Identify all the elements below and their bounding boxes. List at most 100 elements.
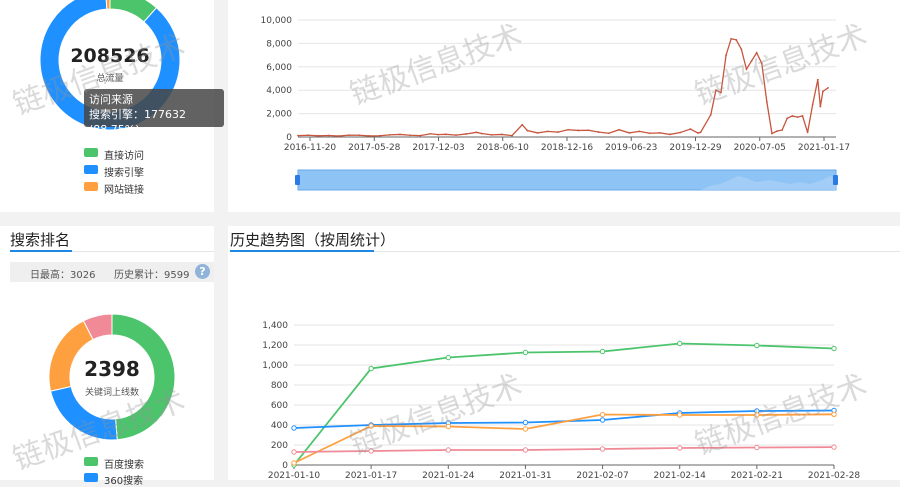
data-point bbox=[776, 130, 778, 133]
y-tick-label: 8,000 bbox=[266, 39, 292, 49]
data-point bbox=[358, 134, 361, 137]
data-point bbox=[567, 128, 569, 131]
data-point bbox=[754, 444, 760, 451]
data-point bbox=[522, 349, 529, 356]
y-tick-label: 4,000 bbox=[266, 86, 292, 96]
data-point bbox=[445, 354, 451, 361]
zoom-handle-left[interactable] bbox=[295, 175, 300, 185]
data-point bbox=[725, 54, 727, 56]
data-point bbox=[822, 90, 824, 93]
data-point bbox=[521, 123, 524, 126]
series-line bbox=[293, 413, 835, 464]
x-tick-label: 2021-01-31 bbox=[499, 471, 551, 480]
x-tick-label: 2021-01-17 bbox=[345, 471, 397, 480]
data-zoom-slider[interactable] bbox=[295, 169, 838, 191]
data-point bbox=[599, 348, 606, 355]
data-point bbox=[740, 48, 743, 51]
data-point bbox=[522, 447, 529, 453]
legend-label: 搜索引擎 bbox=[104, 168, 144, 179]
tooltip-title: 访问来源 bbox=[89, 93, 133, 106]
data-point bbox=[786, 117, 789, 120]
data-point bbox=[781, 129, 784, 131]
x-tick-label: 2020-07-05 bbox=[734, 143, 786, 153]
series-line bbox=[297, 37, 829, 137]
data-point bbox=[500, 133, 503, 136]
data-point bbox=[720, 91, 722, 94]
traffic-trend-chart: 0 2,000 4,000 6,000 8,000 10,000 2016-11-20 201… bbox=[261, 16, 851, 153]
data-point bbox=[754, 412, 760, 418]
data-point bbox=[536, 132, 539, 134]
y-tick-label: 1,200 bbox=[262, 341, 288, 351]
x-tick-label: 2018-06-10 bbox=[477, 143, 530, 153]
data-point bbox=[557, 131, 559, 133]
x-tick-label: 2021-02-07 bbox=[576, 471, 628, 480]
pie-tooltip: 访问来源 搜索引擎：177632 (88.75%) bbox=[84, 89, 224, 136]
legend-label: 百度搜索 bbox=[104, 460, 144, 471]
data-point bbox=[771, 132, 773, 135]
y-tick-label: 0 bbox=[282, 461, 288, 471]
data-point bbox=[490, 133, 493, 136]
x-tick-label: 2021-02-21 bbox=[731, 471, 783, 480]
data-point bbox=[599, 417, 606, 423]
data-point bbox=[831, 411, 837, 417]
data-point bbox=[429, 132, 432, 135]
x-tick-label: 2017-12-03 bbox=[412, 143, 464, 153]
legend-swatch bbox=[84, 148, 98, 157]
data-point bbox=[378, 134, 381, 137]
data-point bbox=[806, 131, 809, 134]
data-point bbox=[368, 365, 374, 372]
data-point bbox=[522, 426, 529, 432]
data-point bbox=[511, 134, 513, 137]
x-tick-label: 2021-01-17 bbox=[798, 143, 850, 153]
data-point bbox=[827, 86, 829, 89]
y-tick-label: 1,000 bbox=[262, 361, 288, 371]
legend-label: 网站链接 bbox=[104, 185, 144, 196]
data-point bbox=[628, 132, 631, 134]
data-point bbox=[819, 105, 822, 108]
data-point bbox=[368, 135, 371, 137]
data-point bbox=[831, 444, 837, 450]
y-tick-label: 600 bbox=[271, 401, 288, 411]
data-point bbox=[709, 113, 712, 116]
data-point bbox=[750, 60, 753, 62]
data-point bbox=[677, 340, 683, 347]
data-point bbox=[597, 131, 600, 133]
data-point bbox=[796, 116, 799, 119]
data-point bbox=[480, 132, 483, 135]
zoom-handle-right[interactable] bbox=[833, 175, 838, 185]
data-point bbox=[669, 133, 671, 136]
x-tick-label: 2019-12-29 bbox=[669, 143, 722, 153]
y-tick-label: 200 bbox=[271, 441, 288, 451]
data-point bbox=[801, 115, 804, 117]
data-point bbox=[445, 423, 451, 430]
legend-swatch bbox=[84, 165, 98, 174]
legend-label: 直接访问 bbox=[104, 151, 144, 162]
data-point bbox=[297, 134, 299, 137]
data-point bbox=[445, 447, 451, 453]
data-point bbox=[337, 135, 340, 137]
data-point bbox=[679, 131, 682, 134]
x-tick-label: 2021-01-24 bbox=[422, 471, 475, 480]
data-point bbox=[811, 103, 814, 106]
data-point bbox=[677, 445, 683, 451]
data-point bbox=[291, 460, 297, 466]
data-point bbox=[754, 342, 760, 349]
data-point bbox=[327, 134, 330, 137]
traffic-total-caption: 总流量 bbox=[96, 74, 124, 84]
data-point bbox=[317, 134, 320, 137]
y-tick-label: 0 bbox=[286, 133, 292, 143]
data-point bbox=[522, 419, 529, 426]
data-point bbox=[475, 131, 478, 134]
data-point bbox=[348, 134, 350, 137]
data-point bbox=[419, 134, 422, 137]
keyword-total: 2398 bbox=[84, 357, 140, 381]
series-line bbox=[293, 446, 835, 453]
data-point bbox=[465, 133, 468, 135]
data-point bbox=[409, 134, 412, 137]
data-point bbox=[577, 129, 580, 132]
data-point bbox=[455, 134, 457, 137]
data-point bbox=[444, 133, 447, 136]
data-point bbox=[658, 132, 661, 134]
data-point bbox=[648, 132, 651, 135]
data-point bbox=[730, 37, 733, 40]
